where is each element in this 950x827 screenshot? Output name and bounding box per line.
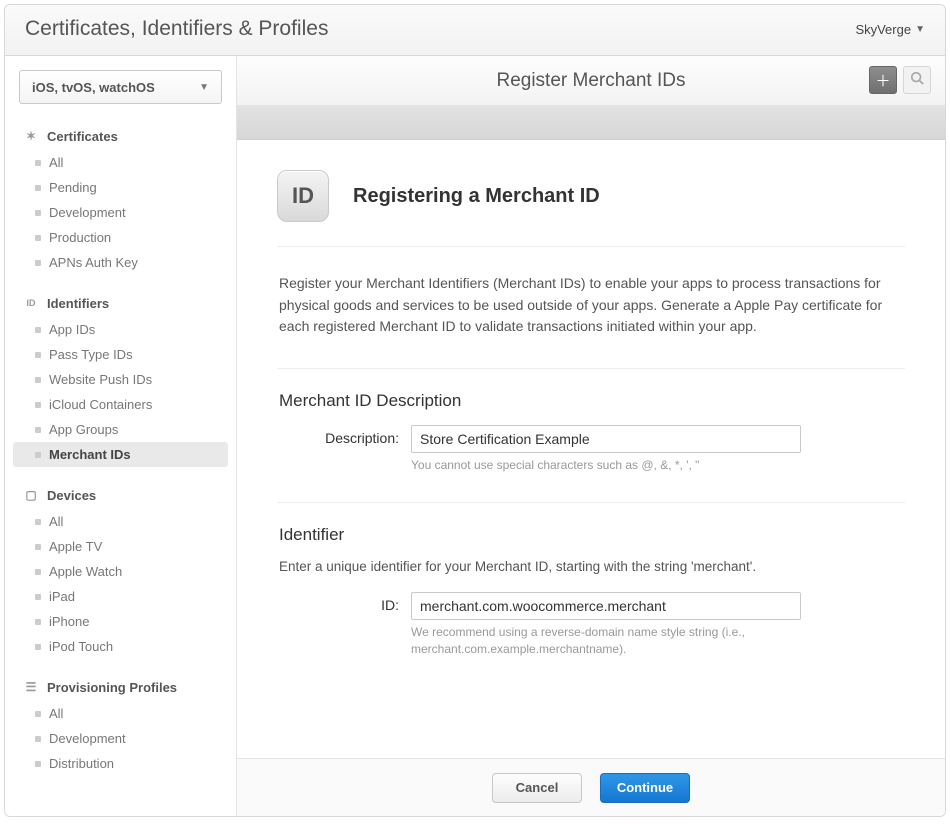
main-header-title: Register Merchant IDs <box>496 70 685 92</box>
search-icon <box>910 71 924 89</box>
nav-section-header[interactable]: ✶ Certificates <box>5 122 236 150</box>
page-title: Certificates, Identifiers & Profiles <box>25 17 328 41</box>
nav-section-label: Certificates <box>47 129 118 144</box>
certificate-icon: ✶ <box>23 128 39 144</box>
sidebar-item-pass-type-ids[interactable]: Pass Type IDs <box>5 342 236 367</box>
sidebar-item-distribution[interactable]: Distribution <box>5 751 236 776</box>
identifier-subtext: Enter a unique identifier for your Merch… <box>279 559 903 574</box>
sidebar-item-iphone[interactable]: iPhone <box>5 609 236 634</box>
account-menu[interactable]: SkyVerge ▼ <box>855 22 925 37</box>
nav-section-header[interactable]: ID Identifiers <box>5 289 236 317</box>
sidebar-item-apple-tv[interactable]: Apple TV <box>5 534 236 559</box>
sidebar-item-ipod-touch[interactable]: iPod Touch <box>5 634 236 659</box>
nav-section-label: Provisioning Profiles <box>47 680 177 695</box>
sidebar-item-app-groups[interactable]: App Groups <box>5 417 236 442</box>
chevron-down-icon: ▼ <box>915 24 925 35</box>
intro-text: Register your Merchant Identifiers (Merc… <box>277 247 905 369</box>
sidebar-item-pending[interactable]: Pending <box>5 175 236 200</box>
search-button[interactable] <box>903 66 931 94</box>
sidebar-item-development[interactable]: Development <box>5 200 236 225</box>
sidebar-item-development[interactable]: Development <box>5 726 236 751</box>
id-badge-icon: ID <box>277 170 329 222</box>
sidebar-item-icloud-containers[interactable]: iCloud Containers <box>5 392 236 417</box>
sidebar-item-all[interactable]: All <box>5 701 236 726</box>
nav-section-certificates: ✶ Certificates AllPendingDevelopmentProduc… <box>5 122 236 275</box>
identifier-icon: ID <box>23 295 39 311</box>
sidebar-item-website-push-ids[interactable]: Website Push IDs <box>5 367 236 392</box>
nav-section-identifiers: ID Identifiers App IDsPass Type IDsWebsite… <box>5 289 236 467</box>
nav-section-header[interactable]: ☰ Provisioning Profiles <box>5 673 236 701</box>
nav-section-header[interactable]: ▢ Devices <box>5 481 236 509</box>
identifier-heading: Identifier <box>279 525 903 545</box>
sidebar-item-apple-watch[interactable]: Apple Watch <box>5 559 236 584</box>
sidebar-item-apns-auth-key[interactable]: APNs Auth Key <box>5 250 236 275</box>
identifier-hint: We recommend using a reverse-domain name… <box>411 624 801 658</box>
content-title: Registering a Merchant ID <box>353 185 600 208</box>
device-icon: ▢ <box>23 487 39 503</box>
sidebar-item-production[interactable]: Production <box>5 225 236 250</box>
cancel-button[interactable]: Cancel <box>492 773 582 803</box>
add-button[interactable]: ＋ <box>869 66 897 94</box>
identifier-input[interactable] <box>411 592 801 620</box>
account-name: SkyVerge <box>855 22 911 37</box>
description-heading: Merchant ID Description <box>279 391 903 411</box>
chevron-down-icon: ▼ <box>199 82 209 93</box>
sidebar-item-merchant-ids[interactable]: Merchant IDs <box>13 442 228 467</box>
sidebar-item-ipad[interactable]: iPad <box>5 584 236 609</box>
description-hint: You cannot use special characters such a… <box>411 457 801 474</box>
description-input[interactable] <box>411 425 801 453</box>
nav-section-devices: ▢ Devices AllApple TVApple WatchiPadiPhone… <box>5 481 236 659</box>
plus-icon: ＋ <box>875 70 890 91</box>
identifier-label: ID: <box>279 592 399 613</box>
continue-button[interactable]: Continue <box>600 773 690 803</box>
sidebar: iOS, tvOS, watchOS ▼ ✶CertificatesAllPen… <box>5 56 237 816</box>
sidebar-item-all[interactable]: All <box>5 150 236 175</box>
main-content: Register Merchant IDs ＋ ID Registe <box>237 56 945 816</box>
nav-section-label: Devices <box>47 488 96 503</box>
sidebar-item-all[interactable]: All <box>5 509 236 534</box>
platform-selector[interactable]: iOS, tvOS, watchOS ▼ <box>19 70 222 104</box>
section-band <box>237 106 945 140</box>
nav-section-provisioning-profiles: ☰ Provisioning Profiles AllDevelopmentDist… <box>5 673 236 776</box>
nav-section-label: Identifiers <box>47 296 109 311</box>
platform-selector-label: iOS, tvOS, watchOS <box>32 80 155 95</box>
description-label: Description: <box>279 425 399 446</box>
sidebar-item-app-ids[interactable]: App IDs <box>5 317 236 342</box>
profile-icon: ☰ <box>23 679 39 695</box>
